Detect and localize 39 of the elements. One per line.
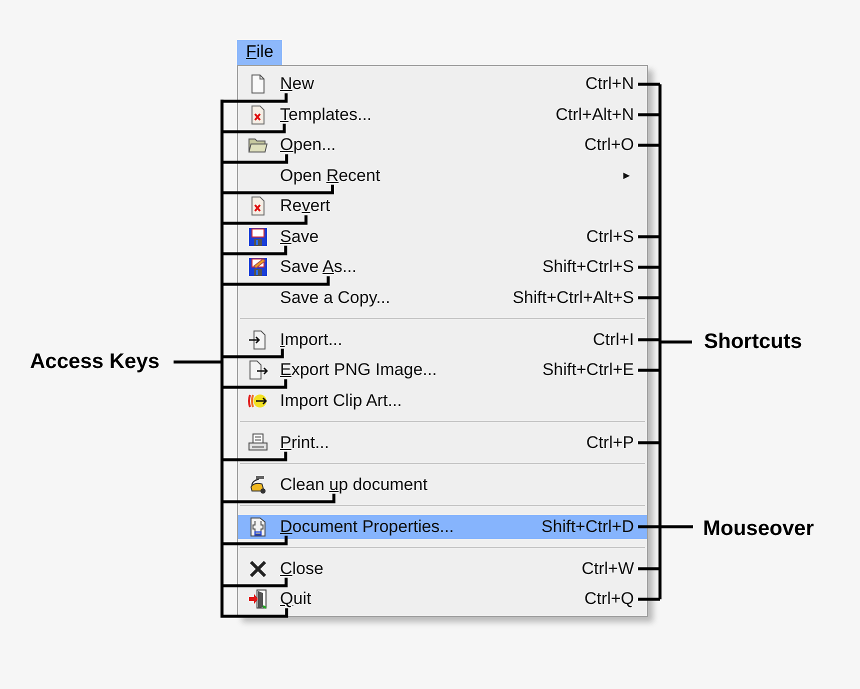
printer-icon xyxy=(248,432,268,453)
menu-item[interactable]: Clean up document xyxy=(238,472,647,497)
menu-item[interactable]: Templates... Ctrl+Alt+N xyxy=(238,102,647,127)
menu-item[interactable]: Import Clip Art... xyxy=(238,388,647,413)
leader-line xyxy=(220,348,284,358)
annotation-label: Shortcuts xyxy=(704,330,802,354)
leader-line xyxy=(220,379,288,389)
door-exit-icon xyxy=(248,589,268,610)
file-menu-title[interactable]: File xyxy=(237,40,282,65)
leader-line xyxy=(220,124,286,134)
page-outline-icon xyxy=(248,516,268,537)
leader-line xyxy=(220,154,288,164)
menu-item[interactable]: Quit Ctrl+Q xyxy=(238,587,647,612)
menu-item[interactable]: Document Properties... Shift+Ctrl+D xyxy=(238,514,647,539)
menu-item[interactable]: Open... Ctrl+O xyxy=(238,133,647,158)
menu-item[interactable]: New Ctrl+N xyxy=(238,72,647,96)
leader-line xyxy=(220,452,288,462)
menu-item[interactable]: Print... Ctrl+P xyxy=(238,430,647,455)
menu-item[interactable]: Save a Copy... Shift+Ctrl+Alt+S xyxy=(238,286,647,310)
vacuum-cleaner-icon xyxy=(248,474,268,495)
leader-line xyxy=(660,525,693,528)
page-arrow-icon xyxy=(248,360,268,380)
annotation-label: Access Keys xyxy=(30,350,160,374)
menu-item[interactable]: Save As... Shift+Ctrl+S xyxy=(238,255,647,280)
menu-item[interactable]: Revert xyxy=(238,194,647,218)
page-arrow-icon xyxy=(248,330,268,350)
menu-item[interactable]: Export PNG Image... Shift+Ctrl+E xyxy=(238,358,647,382)
leader-line xyxy=(220,578,288,588)
floppy-disk-pencil-icon xyxy=(248,257,268,278)
leader-line xyxy=(220,246,288,256)
close-icon xyxy=(248,558,268,579)
menu-item[interactable]: Save Ctrl+S xyxy=(238,224,647,249)
annotation-label: Mouseover xyxy=(703,517,814,541)
leader-line xyxy=(220,608,288,618)
menu-item[interactable]: Open Recent ► xyxy=(238,164,647,188)
leader-line xyxy=(220,93,288,103)
menu-item[interactable]: Close Ctrl+W xyxy=(238,556,647,581)
leader-line xyxy=(220,536,288,546)
menu-item[interactable]: Import... Ctrl+I xyxy=(238,328,647,352)
